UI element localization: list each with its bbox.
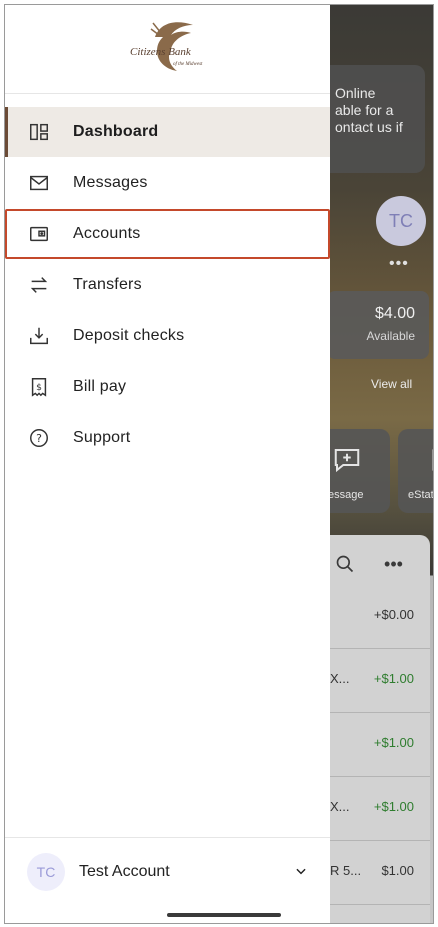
dashboard-icon <box>30 123 48 141</box>
dollar-receipt-icon: $ <box>31 378 47 397</box>
document-icon <box>432 449 433 471</box>
svg-text:$: $ <box>36 382 42 393</box>
background-avatar: TC <box>376 196 426 246</box>
transaction-row: X... +$1.00 <box>330 649 430 713</box>
nav-label: Support <box>73 429 131 446</box>
banner-line: Online <box>335 85 376 101</box>
navigation-drawer: Citizens Bank of the Midwest Dashboard M… <box>5 5 330 923</box>
nav-label: Bill pay <box>73 378 127 395</box>
estatement-tile: eState <box>398 429 434 513</box>
question-circle-icon: ? <box>30 429 48 447</box>
envelope-icon <box>30 175 48 191</box>
account-switcher[interactable]: TC Test Account <box>5 847 330 897</box>
divider <box>5 837 330 838</box>
nav-item-support[interactable]: ? Support <box>5 413 330 463</box>
transfer-arrows-icon <box>30 277 48 293</box>
account-name: Test Account <box>79 863 170 880</box>
nav-item-bill-pay[interactable]: $ Bill pay <box>5 362 330 412</box>
download-tray-icon <box>30 327 48 345</box>
balance-card: $4.00 Available <box>327 291 429 359</box>
home-indicator[interactable] <box>167 913 281 917</box>
nav-item-transfers[interactable]: Transfers <box>5 260 330 310</box>
chevron-down-icon[interactable] <box>294 864 308 878</box>
more-dots-icon: ••• <box>384 553 403 574</box>
tile-label: essage <box>328 489 364 501</box>
nav-label: Transfers <box>73 276 142 293</box>
eagle-logo-icon: Citizens Bank of the Midwest <box>130 22 203 71</box>
balance-label: Available <box>366 329 415 343</box>
view-all-link: View all <box>371 377 413 391</box>
banner-line: able for a <box>335 102 394 118</box>
svg-text:of the Midwest: of the Midwest <box>173 62 203 67</box>
nav-label: Accounts <box>73 225 141 242</box>
bank-logo: Citizens Bank of the Midwest <box>115 15 215 75</box>
transaction-row: +$1.00 <box>330 713 430 777</box>
transaction-row: X... +$1.00 <box>330 777 430 841</box>
nav-item-messages[interactable]: Messages <box>5 158 330 208</box>
screen: Online able for a ontact us if TC ••• $4… <box>4 4 434 924</box>
chat-plus-icon <box>334 449 360 473</box>
svg-text:?: ? <box>36 432 42 445</box>
nav-item-deposit-checks[interactable]: Deposit checks <box>5 311 330 361</box>
balance-amount: $4.00 <box>374 305 415 322</box>
divider <box>5 93 330 94</box>
nav-label: Dashboard <box>73 123 159 140</box>
more-dots-icon: ••• <box>389 255 409 272</box>
svg-text:Citizens Bank: Citizens Bank <box>130 46 192 58</box>
tile-label: eState <box>408 489 434 501</box>
transactions-tools: ••• <box>335 553 429 575</box>
nav-label: Messages <box>73 174 148 191</box>
banner-line: ontact us if <box>335 119 403 135</box>
nav-item-accounts[interactable]: Accounts <box>5 209 330 259</box>
wallet-icon <box>30 226 48 242</box>
transaction-row: R 5... $1.00 <box>330 841 430 905</box>
transaction-row: +$0.00 <box>330 585 430 649</box>
nav-label: Deposit checks <box>73 327 185 344</box>
avatar: TC <box>27 853 65 891</box>
nav-item-dashboard[interactable]: Dashboard <box>5 107 330 157</box>
search-icon <box>336 555 354 573</box>
